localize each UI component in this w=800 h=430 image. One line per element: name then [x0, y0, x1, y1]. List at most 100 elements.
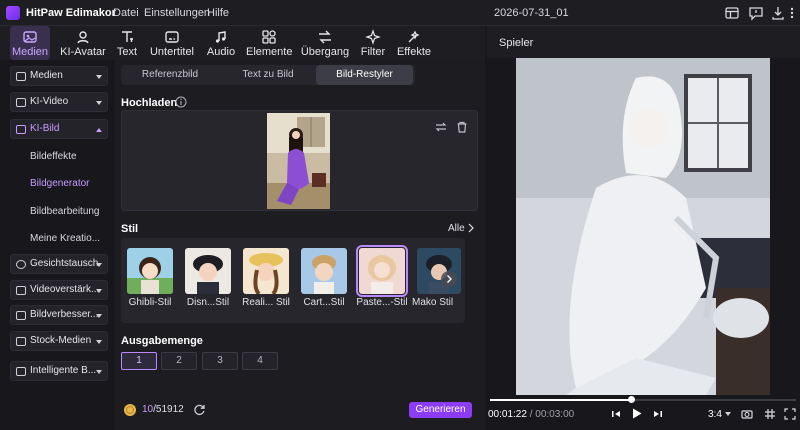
style-label-mako: Mako Stil — [412, 297, 454, 308]
uploaded-image-thumbnail — [267, 113, 330, 209]
style-thumbnail-disney[interactable] — [185, 248, 231, 294]
stock-icon — [16, 337, 26, 346]
sidebar-item-label: Medien — [30, 70, 63, 81]
sidebar-item-stock-medien[interactable]: Stock-Medien — [10, 331, 108, 351]
chevron-down-icon[interactable] — [725, 412, 731, 417]
tab-referenzbild[interactable]: Referenzbild — [121, 65, 219, 85]
grid-icon[interactable] — [764, 408, 776, 420]
elements-icon — [262, 30, 276, 44]
music-icon — [215, 31, 226, 43]
sidebar-item-label: Intelligente B... — [30, 365, 97, 376]
image-icon — [16, 125, 26, 134]
refresh-icon[interactable] — [193, 403, 206, 416]
chevron-down-icon — [96, 314, 102, 318]
chevron-down-icon — [96, 75, 102, 79]
prev-frame-icon[interactable] — [611, 409, 621, 419]
style-thumbnail-realistic[interactable] — [243, 248, 289, 294]
tool-ki-avatar[interactable]: KI-Avatar — [60, 26, 106, 60]
download-icon[interactable] — [770, 5, 786, 21]
sidebar-sub-meine-kreationen[interactable]: Meine Kreatio... — [30, 233, 100, 244]
play-icon[interactable] — [631, 407, 643, 420]
tool-label: Elemente — [246, 46, 293, 58]
style-thumbnail-pastel[interactable] — [356, 245, 408, 297]
subtitle-icon — [165, 31, 179, 43]
info-icon[interactable] — [175, 96, 187, 108]
sidebar-item-medien[interactable]: Medien — [10, 66, 108, 86]
tab-bild-restyler[interactable]: Bild-Restyler — [316, 65, 413, 85]
text-icon — [122, 31, 133, 42]
media-icon — [23, 31, 37, 43]
style-all-link[interactable]: Alle — [448, 223, 465, 234]
credits-counter: 10/51912 — [142, 404, 184, 415]
output-option-3[interactable]: 3 — [202, 352, 238, 370]
next-frame-icon[interactable] — [653, 409, 663, 419]
menu-datei[interactable]: Datei — [113, 7, 139, 19]
fullscreen-icon[interactable] — [784, 408, 796, 420]
image-enhance-icon — [16, 311, 26, 320]
menu-hilfe[interactable]: Hilfe — [207, 7, 229, 19]
tool-audio[interactable]: Audio — [205, 26, 237, 60]
preview-image — [516, 58, 770, 395]
tool-label: Filter — [360, 46, 386, 58]
sidebar-sub-bildbearbeitung[interactable]: Bildbearbeitung — [30, 206, 100, 217]
style-label: Stil — [121, 223, 139, 235]
chevron-down-icon — [96, 340, 102, 344]
trash-icon[interactable] — [455, 120, 469, 134]
tab-text-zu-bild[interactable]: Text zu Bild — [219, 65, 317, 85]
gallery-next-icon[interactable] — [440, 270, 458, 288]
tool-label: Untertitel — [149, 46, 195, 58]
output-option-4[interactable]: 4 — [242, 352, 278, 370]
feedback-icon[interactable] — [748, 5, 764, 21]
camera-icon[interactable] — [741, 408, 753, 420]
sidebar-item-gesichtstausch[interactable]: Gesichtstausch — [10, 254, 108, 274]
sidebar-item-videoverstaerker[interactable]: Videoverstärk... — [10, 280, 108, 300]
smart-icon — [16, 367, 26, 376]
sidebar-item-label: Stock-Medien — [30, 335, 92, 346]
video-enhance-icon — [16, 286, 26, 295]
sidebar-item-ki-bild[interactable]: KI-Bild — [10, 119, 108, 139]
sidebar-item-intelligente-b[interactable]: Intelligente B... — [10, 361, 108, 381]
video-icon — [16, 98, 26, 107]
menu-einstellungen[interactable]: Einstellungen — [144, 7, 210, 19]
playback-scrubber-handle[interactable] — [627, 396, 635, 403]
chevron-down-icon — [96, 263, 102, 267]
generate-button[interactable]: Generieren — [409, 402, 472, 418]
tool-label: Audio — [206, 46, 236, 58]
tool-label: Text — [116, 46, 138, 58]
layout-icon[interactable] — [724, 5, 740, 21]
aspect-ratio-select[interactable]: 3:4 — [708, 409, 722, 420]
sidebar-item-label: Videoverstärk... — [30, 284, 100, 295]
swap-icon[interactable] — [434, 120, 448, 134]
style-label-disney: Disn...Stil — [186, 297, 230, 308]
tool-elemente[interactable]: Elemente — [246, 26, 292, 60]
style-thumbnail-cartoon[interactable] — [301, 248, 347, 294]
chevron-down-icon — [96, 289, 102, 293]
sidebar-sub-bildgenerator[interactable]: Bildgenerator — [30, 178, 89, 189]
chevron-right-icon[interactable] — [467, 223, 475, 233]
sidebar-item-label: Bildverbesser... — [30, 309, 99, 320]
sidebar-sub-bildeffekte[interactable]: Bildeffekte — [30, 151, 77, 162]
tool-untertitel[interactable]: Untertitel — [149, 26, 195, 60]
sidebar-item-label: KI-Bild — [30, 123, 60, 134]
tool-effekte[interactable]: Effekte — [396, 26, 432, 60]
tool-medien[interactable]: Medien — [10, 26, 50, 60]
transition-icon — [319, 30, 331, 44]
sidebar-item-bildverbesserer[interactable]: Bildverbesser... — [10, 305, 108, 325]
chevron-up-icon — [96, 128, 102, 132]
credits-used: 10 — [142, 404, 154, 415]
upload-label: Hochladen — [121, 97, 178, 109]
style-label-realistic: Reali... Stil — [242, 297, 290, 308]
tool-label: Medien — [11, 46, 49, 58]
output-option-1[interactable]: 1 — [121, 352, 157, 370]
sidebar-item-ki-video[interactable]: KI-Video — [10, 92, 108, 112]
tool-filter[interactable]: Filter — [358, 26, 388, 60]
tool-uebergang[interactable]: Übergang — [300, 26, 350, 60]
app-name: HitPaw Edimakor — [26, 7, 116, 19]
style-thumbnail-ghibli[interactable] — [127, 248, 173, 294]
project-name: 2026-07-31_01 — [494, 7, 569, 19]
tool-text[interactable]: Text — [114, 26, 140, 60]
output-option-2[interactable]: 2 — [161, 352, 197, 370]
filter-icon — [365, 29, 381, 45]
more-icon[interactable] — [786, 5, 798, 21]
total-time: / 00:03:00 — [529, 409, 575, 420]
